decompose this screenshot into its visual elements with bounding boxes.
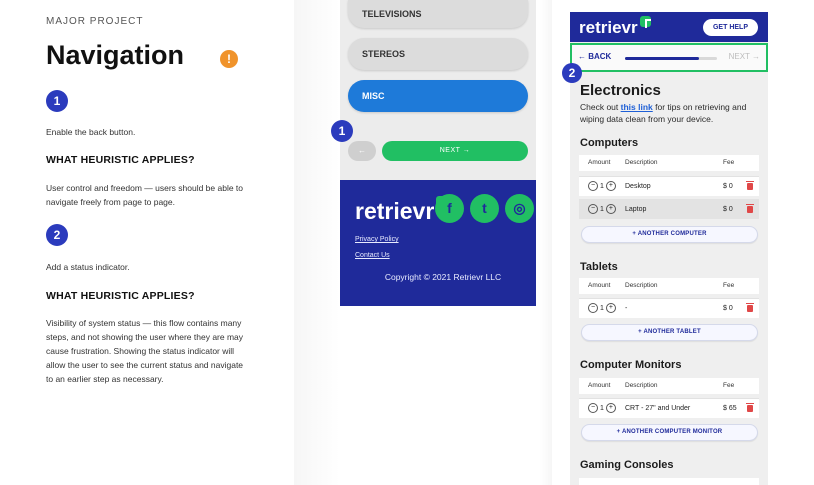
step2-text: Visibility of system status — this flow … — [46, 318, 244, 384]
plus-icon[interactable]: + — [605, 181, 616, 191]
qty-value: 1 — [600, 304, 604, 312]
qty-value: 1 — [600, 182, 604, 190]
get-help-button[interactable]: GET HELP — [703, 19, 758, 36]
row-fee: $ 0 — [723, 183, 733, 190]
section-heading: Electronics — [580, 82, 661, 99]
page-title: Navigation — [46, 40, 185, 70]
trash-icon[interactable] — [746, 403, 754, 412]
minus-icon[interactable]: − — [588, 303, 598, 313]
trash-icon[interactable] — [746, 181, 754, 190]
qty-value: 1 — [600, 205, 604, 213]
table-row: −1 + Laptop $ 0 — [579, 199, 759, 219]
table-row: −1 + - $ 0 — [579, 298, 759, 318]
contact-us-link[interactable]: Contact Us — [355, 252, 390, 259]
privacy-policy-link[interactable]: Privacy Policy — [355, 236, 399, 243]
header-logo-text: retrievr — [579, 18, 638, 37]
step2-description: Add a status indicator. — [46, 262, 130, 272]
site-footer: retrievr f t ◎ Privacy Policy Contact Us… — [340, 180, 536, 306]
copyright-text: Copyright © 2021 Retrievr LLC — [384, 272, 502, 282]
category-title: Computers — [580, 137, 639, 149]
option-misc[interactable]: MISC — [348, 80, 528, 112]
row-description: - — [625, 305, 628, 312]
intro-text-start: Check out — [580, 102, 621, 112]
status-indicator: ← BACK NEXT → — [570, 43, 768, 72]
plus-icon[interactable]: + — [605, 204, 616, 214]
minus-icon[interactable]: − — [588, 181, 598, 191]
col-amount: Amount — [588, 159, 611, 166]
back-link[interactable]: ← BACK — [578, 52, 611, 61]
col-fee: Fee — [723, 282, 735, 289]
quantity-stepper[interactable]: −1 + — [588, 204, 616, 214]
category-title: Computer Monitors — [580, 359, 682, 371]
plus-icon[interactable]: + — [605, 303, 616, 313]
row-fee: $ 0 — [723, 206, 733, 213]
header-logo[interactable]: retrievr — [579, 16, 651, 38]
row-description: Laptop — [625, 206, 647, 213]
option-stereos[interactable]: STEREOS — [348, 38, 528, 70]
table-row: −1 + Desktop $ 0 — [579, 176, 759, 196]
qty-value: 1 — [600, 404, 604, 412]
phone-mockup-electronics: retrievr GET HELP ← BACK NEXT → Electron… — [570, 12, 768, 485]
col-description: Description — [625, 282, 658, 289]
category-title: Gaming Consoles — [580, 459, 674, 471]
facebook-icon[interactable]: f — [435, 194, 464, 223]
col-fee: Fee — [723, 382, 735, 389]
minus-icon[interactable]: − — [588, 403, 598, 413]
add-tablet-button[interactable]: + ANOTHER TABLET — [581, 324, 758, 341]
twitter-icon[interactable]: t — [470, 194, 499, 223]
footer-logo-text: retrievr — [355, 198, 435, 224]
table-header: Amount Description Fee — [579, 155, 759, 171]
step1-text: User control and freedom — users should … — [46, 183, 244, 207]
row-fee: $ 65 — [723, 405, 737, 412]
quantity-stepper[interactable]: −1 + — [588, 303, 616, 313]
trash-icon[interactable] — [746, 303, 754, 312]
step2-heading: WHAT HEURISTIC APPLIES? — [46, 290, 195, 302]
category-title: Tablets — [580, 261, 618, 273]
table-header — [579, 478, 759, 485]
col-description: Description — [625, 382, 658, 389]
step1-heading: WHAT HEURISTIC APPLIES? — [46, 154, 195, 166]
progress-track — [625, 57, 717, 60]
app-header: retrievr GET HELP — [570, 12, 768, 42]
table-header: Amount Description Fee — [579, 278, 759, 294]
trash-icon[interactable] — [746, 204, 754, 213]
quantity-stepper[interactable]: −1 + — [588, 181, 616, 191]
col-fee: Fee — [723, 159, 735, 166]
phone-mockup-categories: TELEVISIONS STEREOS MISC ← NEXT → retrie… — [340, 0, 536, 306]
next-button[interactable]: NEXT → — [382, 141, 528, 161]
section-kicker: MAJOR PROJECT — [46, 16, 144, 27]
instagram-icon[interactable]: ◎ — [505, 194, 534, 223]
annotation-badge-1: 1 — [331, 120, 353, 142]
next-link[interactable]: NEXT → — [729, 52, 760, 61]
add-monitor-button[interactable]: + ANOTHER COMPUTER MONITOR — [581, 424, 758, 441]
back-button[interactable]: ← — [348, 141, 376, 161]
plus-icon[interactable]: + — [605, 403, 616, 413]
minus-icon[interactable]: − — [588, 204, 598, 214]
row-fee: $ 0 — [723, 305, 733, 312]
col-description: Description — [625, 159, 658, 166]
explanation-panel: MAJOR PROJECT Navigation ! 1 Enable the … — [0, 0, 294, 485]
progress-fill — [625, 57, 699, 60]
step-badge-1: 1 — [46, 90, 68, 112]
logo-mark-icon — [639, 16, 651, 28]
row-description: Desktop — [625, 183, 651, 190]
tips-link[interactable]: this link — [621, 102, 653, 112]
row-description: CRT - 27" and Under — [625, 405, 691, 412]
annotation-badge-2: 2 — [562, 63, 582, 83]
intro-text: Check out this link for tips on retrievi… — [580, 101, 762, 125]
quantity-stepper[interactable]: −1 + — [588, 403, 616, 413]
col-amount: Amount — [588, 382, 611, 389]
option-televisions[interactable]: TELEVISIONS — [348, 0, 528, 28]
add-computer-button[interactable]: + ANOTHER COMPUTER — [581, 226, 758, 243]
table-row: −1 + CRT - 27" and Under $ 65 — [579, 398, 759, 418]
step1-description: Enable the back button. — [46, 127, 136, 137]
table-header: Amount Description Fee — [579, 378, 759, 394]
step-badge-2: 2 — [46, 224, 68, 246]
warning-icon: ! — [220, 50, 238, 68]
col-amount: Amount — [588, 282, 611, 289]
